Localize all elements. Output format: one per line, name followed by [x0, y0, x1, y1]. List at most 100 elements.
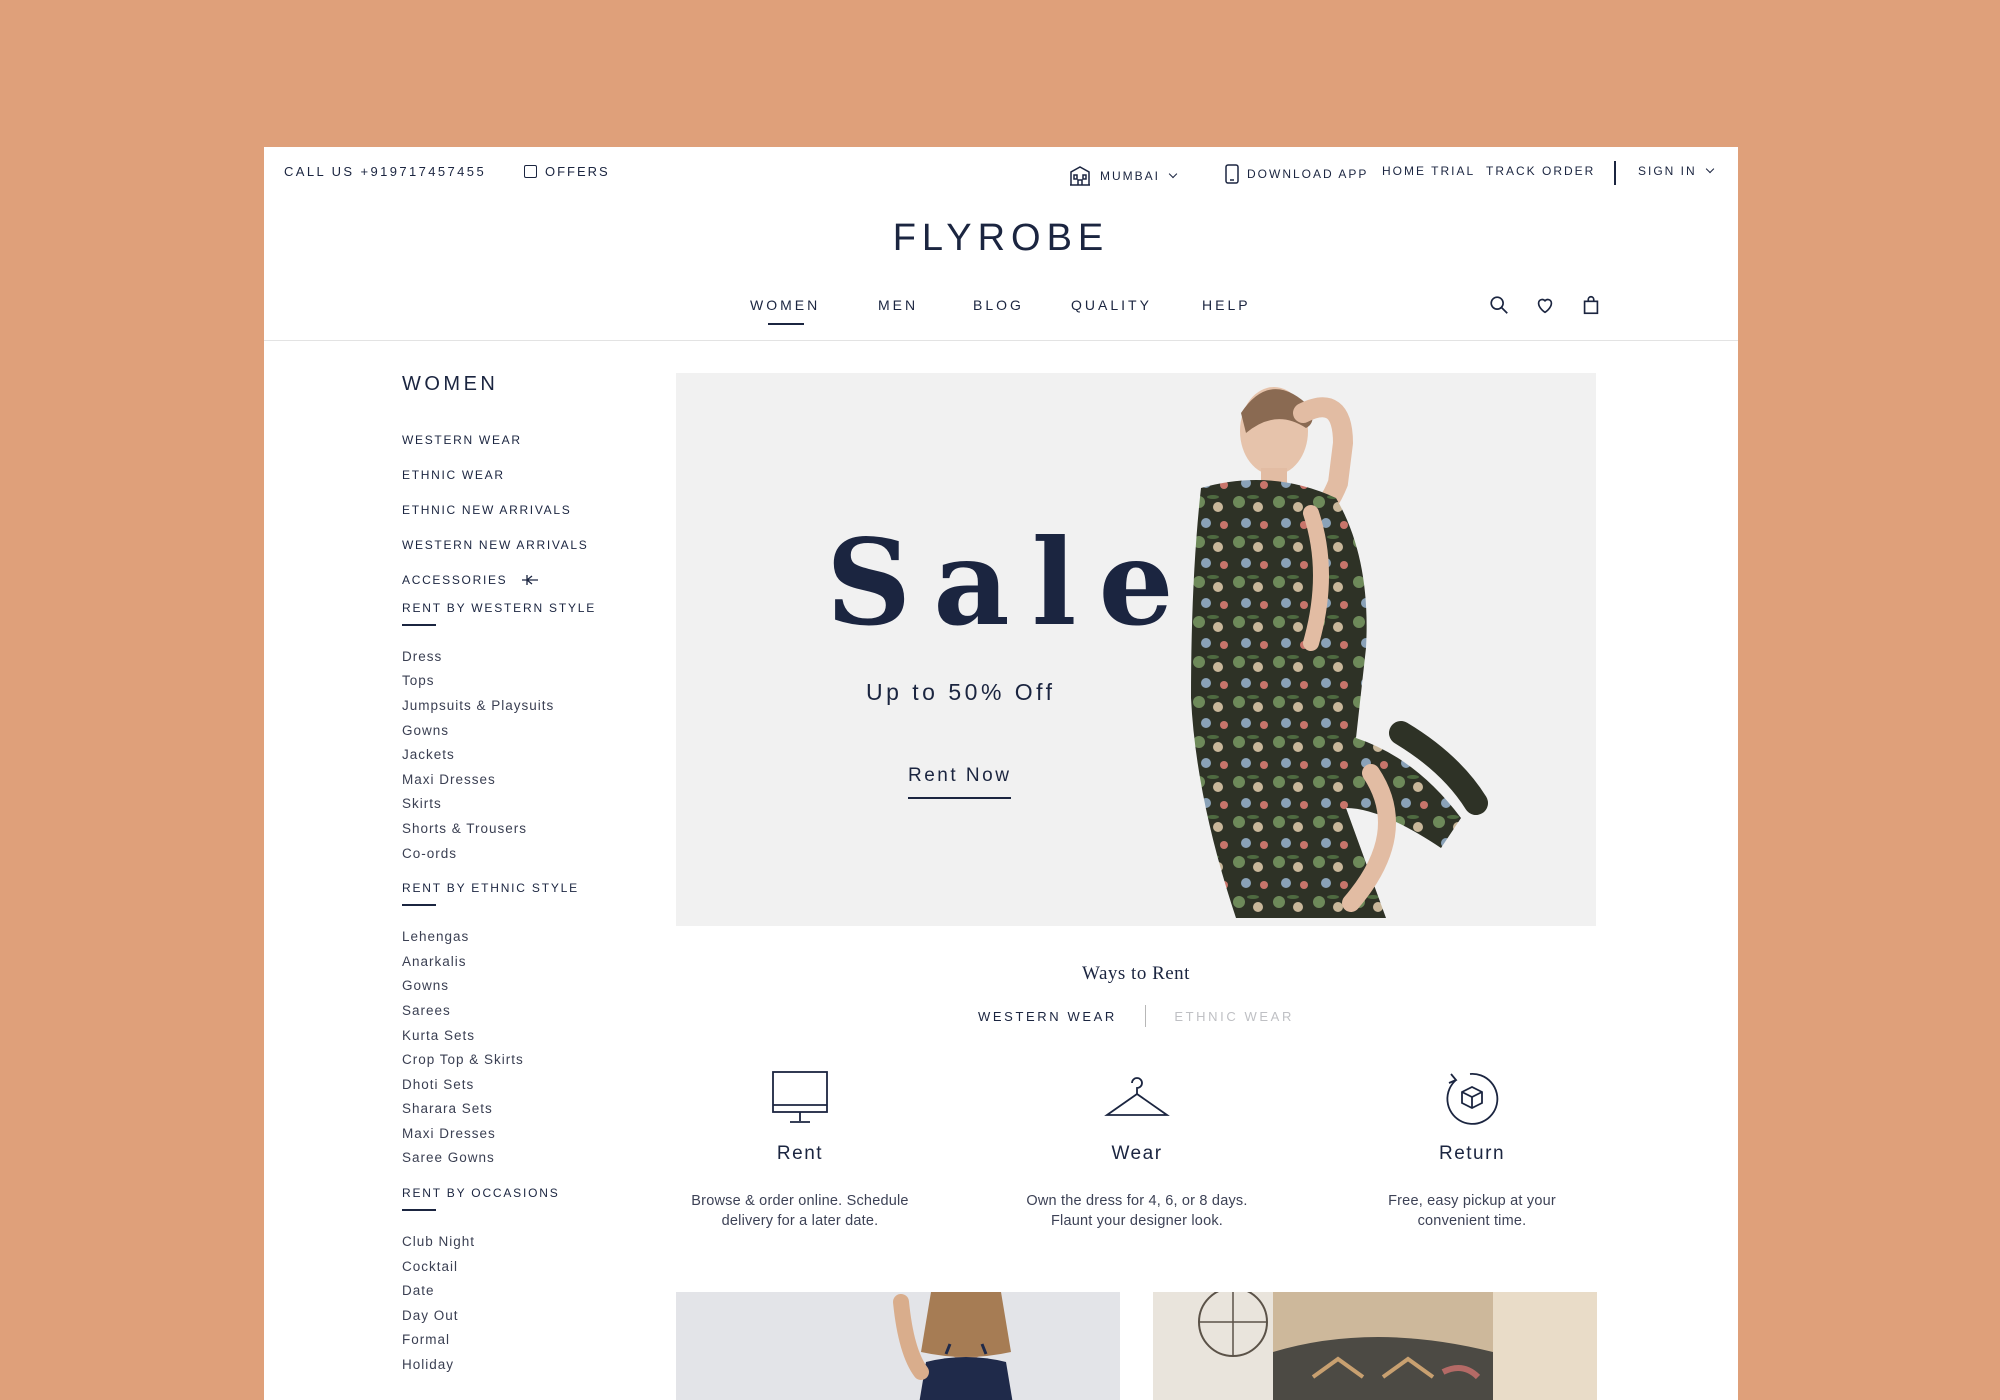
nav-blog-label: BLOG: [973, 297, 1024, 313]
nav-icons: [1488, 294, 1604, 318]
call-us-link[interactable]: CALL US +919717457455: [284, 164, 486, 179]
heart-icon[interactable]: [1534, 294, 1558, 318]
nav-help[interactable]: HELP: [1202, 297, 1251, 313]
offers-link[interactable]: OFFERS: [524, 164, 610, 179]
sign-in-dropdown[interactable]: SIGN IN: [1638, 164, 1714, 178]
sidebar-item[interactable]: ETHNIC NEW ARRIVALS: [402, 492, 642, 527]
list-item[interactable]: Anarkalis: [402, 949, 642, 974]
list-item[interactable]: Sharara Sets: [402, 1097, 642, 1122]
sidebar-item-label: ACCESSORIES: [402, 572, 508, 587]
list-item[interactable]: Day Out: [402, 1303, 642, 1328]
section-rule: [402, 1209, 436, 1212]
list-item[interactable]: Skirts: [402, 792, 642, 817]
sidebar-item-accessories[interactable]: ACCESSORIES: [402, 562, 642, 597]
step-desc-line: Own the dress for 4, 6, or 8 days.: [1026, 1193, 1248, 1209]
track-order-link[interactable]: TRACK ORDER: [1486, 164, 1595, 178]
list-item[interactable]: Shorts & Trousers: [402, 816, 642, 841]
step-description: Free, easy pickup at your convenient tim…: [1342, 1191, 1602, 1231]
offers-label: OFFERS: [545, 164, 610, 179]
list-item[interactable]: Formal: [402, 1328, 642, 1353]
sidebar-item[interactable]: WESTERN WEAR: [402, 422, 642, 457]
nav-blog[interactable]: BLOG: [973, 297, 1024, 313]
list-item[interactable]: Tops: [402, 669, 642, 694]
promo-image-ethnic[interactable]: [1153, 1292, 1597, 1400]
sparkle-icon: [522, 574, 539, 585]
step-description: Own the dress for 4, 6, or 8 days. Flaun…: [1007, 1191, 1267, 1231]
utility-divider: [1614, 161, 1616, 185]
phone-icon: [1225, 164, 1239, 184]
list-item[interactable]: Kurta Sets: [402, 1023, 642, 1048]
sidebar-item[interactable]: ETHNIC WEAR: [402, 457, 642, 492]
step-wear: Wear Own the dress for 4, 6, or 8 days. …: [1007, 1065, 1267, 1231]
model-thumbnail: [676, 1292, 1120, 1400]
sidebar-section-title: RENT BY ETHNIC STYLE: [402, 881, 579, 896]
list-item[interactable]: Saree Gowns: [402, 1146, 642, 1171]
city-selector[interactable]: MUMBAI: [1068, 164, 1178, 188]
list-item[interactable]: Maxi Dresses: [402, 1121, 642, 1146]
rent-now-button[interactable]: Rent Now: [908, 765, 1012, 799]
list-item[interactable]: Jackets: [402, 742, 642, 767]
step-desc-line: Flaunt your designer look.: [1050, 1213, 1224, 1229]
list-item[interactable]: Crop Top & Skirts: [402, 1047, 642, 1072]
tab-western-wear[interactable]: WESTERN WEAR: [978, 1009, 1117, 1024]
step-return: Return Free, easy pickup at your conveni…: [1342, 1065, 1602, 1231]
sidebar-item-label: WESTERN WEAR: [402, 432, 522, 447]
search-icon[interactable]: [1488, 294, 1512, 318]
header-divider: [264, 340, 1738, 341]
tab-separator: [1144, 1005, 1147, 1027]
nav-women-label: WOMEN: [750, 297, 821, 313]
sidebar-section-western: RENT BY WESTERN STYLE Dress Tops Jumpsui…: [402, 601, 642, 865]
hero-title: Sale: [826, 513, 1196, 652]
sidebar-title: WOMEN: [402, 373, 499, 395]
city-label: MUMBAI: [1100, 169, 1160, 183]
step-name: Rent: [776, 1143, 824, 1164]
hero-subtitle: Up to 50% Off: [866, 679, 1056, 705]
city-building-icon: [1070, 166, 1090, 186]
occasions-list: Club Night Cocktail Date Day Out Formal …: [402, 1229, 642, 1377]
step-desc-line: delivery for a later date.: [721, 1213, 879, 1229]
step-desc-line: Free, easy pickup at your: [1388, 1193, 1556, 1209]
list-item[interactable]: Co-ords: [402, 841, 642, 866]
ways-tabs: WESTERN WEAR ETHNIC WEAR: [676, 1005, 1596, 1027]
call-us-text: CALL US +919717457455: [284, 164, 487, 179]
sidebar-item[interactable]: WESTERN NEW ARRIVALS: [402, 527, 642, 562]
list-item[interactable]: Dhoti Sets: [402, 1072, 642, 1097]
sidebar-main-list: WESTERN WEAR ETHNIC WEAR ETHNIC NEW ARRI…: [402, 422, 642, 597]
sign-in-label: SIGN IN: [1638, 164, 1697, 178]
step-rent: Rent Browse & order online. Schedule del…: [670, 1065, 930, 1231]
sidebar-section-occasions: RENT BY OCCASIONS Club Night Cocktail Da…: [402, 1186, 642, 1377]
list-item[interactable]: Cocktail: [402, 1254, 642, 1279]
category-sidebar: WOMEN WESTERN WEAR ETHNIC WEAR ETHNIC NE…: [402, 373, 642, 1377]
list-item[interactable]: Sarees: [402, 998, 642, 1023]
nav-quality[interactable]: QUALITY: [1071, 297, 1152, 313]
nav-men[interactable]: MEN: [878, 297, 918, 313]
nav-women[interactable]: WOMEN: [750, 297, 821, 325]
list-item[interactable]: Gowns: [402, 974, 642, 999]
utility-bar: CALL US +919717457455 OFFERS MUMBAI DOWN…: [264, 147, 1738, 197]
list-item[interactable]: Lehengas: [402, 924, 642, 949]
step-desc-line: convenient time.: [1417, 1213, 1527, 1229]
list-item[interactable]: Gowns: [402, 718, 642, 743]
tab-ethnic-wear[interactable]: ETHNIC WEAR: [1174, 1009, 1294, 1024]
list-item[interactable]: Holiday: [402, 1352, 642, 1377]
hero-banner[interactable]: Sale Up to 50% Off Rent Now: [676, 373, 1596, 926]
nav-quality-label: QUALITY: [1071, 297, 1152, 313]
promo-image-western[interactable]: [676, 1292, 1120, 1400]
list-item[interactable]: Maxi Dresses: [402, 767, 642, 792]
browser-page: CALL US +919717457455 OFFERS MUMBAI DOWN…: [264, 147, 1738, 1400]
sidebar-item-label: ETHNIC WEAR: [402, 467, 505, 482]
list-item[interactable]: Date: [402, 1278, 642, 1303]
download-app-label: DOWNLOAD APP: [1247, 167, 1369, 181]
shopping-bag-icon[interactable]: [1580, 294, 1604, 318]
chevron-down-icon: [1168, 169, 1178, 179]
list-item[interactable]: Dress: [402, 644, 642, 669]
nav-help-label: HELP: [1202, 297, 1251, 313]
step-description: Browse & order online. Schedule delivery…: [670, 1191, 930, 1231]
clothes-rack-thumbnail: [1153, 1292, 1597, 1400]
download-app-link[interactable]: DOWNLOAD APP: [1225, 164, 1368, 184]
site-logo[interactable]: FLYROBE: [264, 217, 1738, 260]
return-box-icon: [1446, 1073, 1499, 1125]
home-trial-link[interactable]: HOME TRIAL: [1382, 164, 1475, 178]
list-item[interactable]: Jumpsuits & Playsuits: [402, 693, 642, 718]
list-item[interactable]: Club Night: [402, 1229, 642, 1254]
